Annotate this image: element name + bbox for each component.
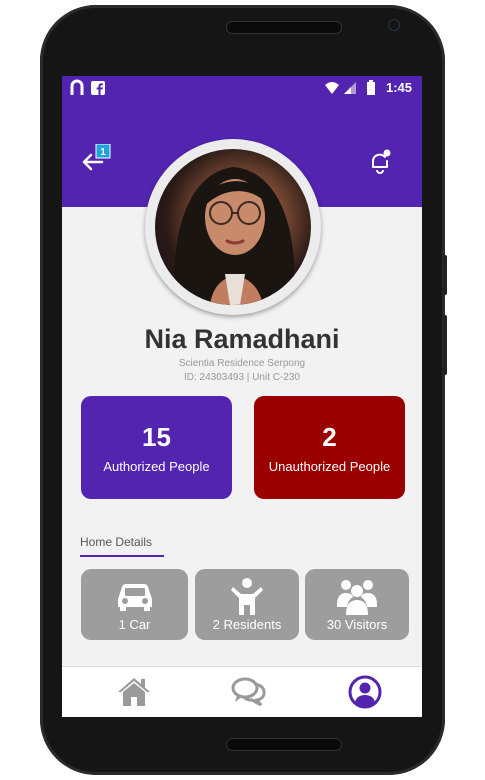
residence-name: Scientia Residence Serpong xyxy=(178,358,306,369)
back-badge: 1 xyxy=(100,147,106,158)
authorized-label: Authorized People xyxy=(103,459,210,474)
profile-name: Nia Ramadhani xyxy=(144,324,340,354)
status-bar: 1:45 xyxy=(62,76,422,101)
car-count-label: 1 Car xyxy=(118,617,151,632)
home-details-title: Home Details xyxy=(80,535,153,549)
bottom-speaker xyxy=(226,738,342,751)
nav-chat[interactable] xyxy=(231,675,267,709)
person-icon xyxy=(231,578,263,615)
back-arrow-icon: 1 xyxy=(82,143,111,171)
battery-icon xyxy=(367,80,375,95)
wifi-icon xyxy=(325,82,339,94)
authorized-count: 15 xyxy=(142,422,171,452)
chat-icon xyxy=(231,677,266,707)
power-button xyxy=(443,315,447,375)
residents-detail-tile[interactable]: 2 Residents xyxy=(195,569,299,640)
avatar-photo xyxy=(155,149,311,305)
unauthorized-count: 2 xyxy=(322,422,337,452)
profile-icon xyxy=(348,675,382,709)
unauthorized-people-card[interactable]: 2 Unauthorized People xyxy=(254,396,405,499)
group-icon xyxy=(337,580,377,615)
home-icon xyxy=(118,678,150,706)
visitors-count-label: 30 Visitors xyxy=(326,617,388,632)
front-camera xyxy=(388,19,400,31)
nav-profile[interactable] xyxy=(347,675,383,709)
car-icon xyxy=(117,584,152,611)
bottom-navigation xyxy=(62,666,422,717)
residents-count-label: 2 Residents xyxy=(212,617,282,632)
bell-icon xyxy=(372,149,391,174)
notification-button[interactable] xyxy=(367,148,393,174)
status-time: 1:45 xyxy=(385,80,412,95)
unauthorized-label: Unauthorized People xyxy=(268,459,391,474)
app-screen: 1:45 1 Nia Ramadhani Scientia Residence … xyxy=(62,76,422,717)
earpiece-speaker xyxy=(226,21,342,34)
volume-button xyxy=(443,255,447,295)
nav-home[interactable] xyxy=(116,675,152,709)
app-notification-icon xyxy=(70,79,84,95)
section-underline xyxy=(80,555,164,557)
back-button[interactable]: 1 xyxy=(80,143,112,176)
facebook-icon xyxy=(91,81,105,95)
cell-signal-icon xyxy=(344,82,356,94)
resident-id-unit: ID: 24303493 | Unit C-230 xyxy=(183,372,300,383)
profile-avatar[interactable] xyxy=(145,139,321,315)
visitors-detail-tile[interactable]: 30 Visitors xyxy=(305,569,409,640)
car-detail-tile[interactable]: 1 Car xyxy=(81,569,188,640)
authorized-people-card[interactable]: 15 Authorized People xyxy=(81,396,232,499)
portrait-illustration xyxy=(174,167,295,305)
